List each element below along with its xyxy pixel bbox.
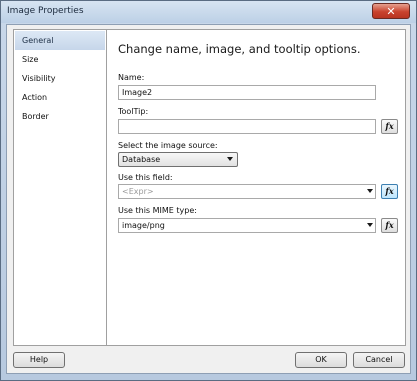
page-heading: Change name, image, and tooltip options.	[118, 42, 361, 56]
image-source-select[interactable]: Database	[118, 152, 238, 167]
name-field[interactable]: Image2	[118, 85, 376, 100]
help-button[interactable]: Help	[13, 352, 65, 368]
mime-expression-button[interactable]: fx	[381, 218, 398, 233]
mime-label: Use this MIME type:	[118, 206, 197, 215]
field-combo-value: <Expr>	[122, 187, 154, 196]
close-button[interactable]: ✕	[372, 3, 410, 19]
mime-type-value: image/png	[122, 221, 165, 230]
general-panel: Change name, image, and tooltip options.…	[107, 29, 406, 346]
sidebar-item-visibility[interactable]: Visibility	[15, 69, 105, 88]
sidebar-item-action[interactable]: Action	[15, 88, 105, 107]
window-title: Image Properties	[7, 6, 84, 16]
sidebar-item-border[interactable]: Border	[15, 107, 105, 126]
function-icon: fx	[385, 121, 394, 131]
sidebar-item-general[interactable]: General	[15, 31, 105, 50]
dialog-client-area: General Size Visibility Action Border Ch…	[6, 24, 411, 374]
title-bar[interactable]: Image Properties ✕	[1, 1, 416, 23]
function-icon: fx	[385, 220, 394, 230]
ok-button[interactable]: OK	[295, 352, 347, 368]
mime-type-combo[interactable]: image/png	[118, 218, 376, 233]
image-source-label: Select the image source:	[118, 141, 218, 150]
function-icon: fx	[385, 186, 394, 196]
sidebar-nav: General Size Visibility Action Border	[13, 29, 107, 346]
sidebar-item-size[interactable]: Size	[15, 50, 105, 69]
field-label: Use this field:	[118, 173, 173, 182]
name-label: Name:	[118, 73, 145, 82]
field-combo[interactable]: <Expr>	[118, 184, 376, 199]
image-properties-dialog: Image Properties ✕ General Size Visibili…	[0, 0, 417, 381]
image-source-value: Database	[122, 155, 161, 164]
tooltip-field[interactable]	[118, 119, 376, 134]
chevron-down-icon	[227, 157, 233, 161]
cancel-button[interactable]: Cancel	[353, 352, 405, 368]
chevron-down-icon	[367, 223, 373, 227]
tooltip-expression-button[interactable]: fx	[381, 119, 398, 134]
close-icon: ✕	[386, 5, 396, 18]
chevron-down-icon	[367, 189, 373, 193]
tooltip-label: ToolTip:	[118, 107, 149, 116]
field-expression-button[interactable]: fx	[381, 184, 398, 199]
